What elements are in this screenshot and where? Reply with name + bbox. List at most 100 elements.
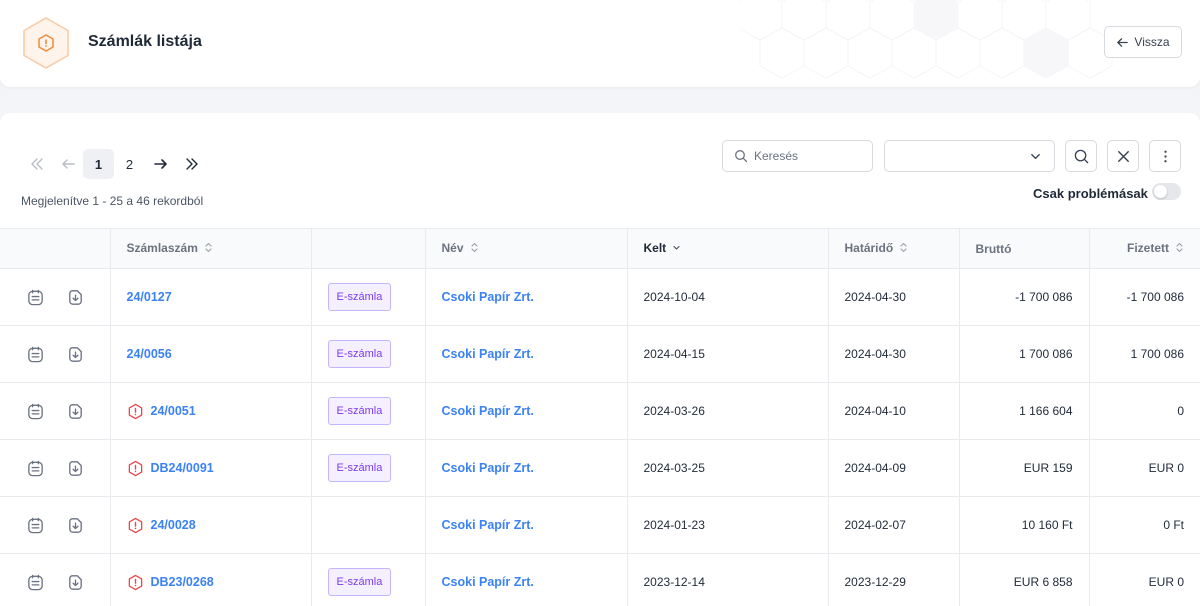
prev-page-button[interactable] (52, 149, 83, 179)
warning-icon (128, 460, 142, 476)
column-header-invoice-number[interactable]: Számlaszám (110, 228, 312, 269)
name-cell: Csoki Papír Zrt. (425, 382, 628, 440)
gross-amount-cell: 10 160 Ft (959, 496, 1090, 554)
more-options-button[interactable] (1149, 140, 1181, 172)
partner-name-link[interactable]: Csoki Papír Zrt. (442, 518, 534, 532)
view-details-icon[interactable] (26, 516, 45, 535)
clear-filters-button[interactable] (1107, 140, 1139, 172)
gross-amount-cell: EUR 159 (959, 439, 1090, 497)
paid-amount-cell: EUR 0 (1089, 439, 1200, 497)
due-date-cell: 2024-04-30 (828, 268, 960, 326)
table-row[interactable]: DB23/0268 E-számla Csoki Papír Zrt. 2023… (0, 553, 1200, 606)
table-header-row: Számlaszám Név Kelt Határidő Bruttó Fize… (0, 228, 1200, 269)
invoice-number-link[interactable]: 24/0051 (151, 404, 196, 418)
toggle-knob (1154, 185, 1167, 198)
name-cell: Csoki Papír Zrt. (425, 439, 628, 497)
sort-desc-icon (672, 242, 681, 256)
download-icon[interactable] (66, 345, 85, 364)
view-details-icon[interactable] (26, 573, 45, 592)
column-header-label: Fizetett (1127, 241, 1169, 256)
download-icon[interactable] (66, 288, 85, 307)
back-button[interactable]: Vissza (1104, 26, 1182, 58)
row-actions (16, 516, 94, 535)
view-details-icon[interactable] (26, 459, 45, 478)
invoice-number-link[interactable]: 24/0127 (127, 290, 172, 304)
partner-name-link[interactable]: Csoki Papír Zrt. (442, 461, 534, 475)
invoice-table: Számlaszám Név Kelt Határidő Bruttó Fize… (0, 228, 1200, 606)
column-header-actions (0, 228, 111, 269)
search-icon (1074, 149, 1088, 163)
close-icon (1117, 150, 1129, 162)
sort-icon (1175, 242, 1184, 256)
warning-icon (128, 403, 142, 419)
paid-amount-cell: 0 Ft (1089, 496, 1200, 554)
invoice-number-cell: DB24/0091 (110, 439, 312, 497)
problematic-only-toggle[interactable] (1152, 183, 1181, 200)
column-header-type (311, 228, 426, 269)
due-date-cell: 2024-04-30 (828, 325, 960, 383)
page-button-1[interactable]: 1 (83, 149, 114, 179)
table-row[interactable]: DB24/0091 E-számla Csoki Papír Zrt. 2024… (0, 439, 1200, 497)
invoice-number-link[interactable]: 24/0028 (151, 518, 196, 532)
paid-amount-cell: 0 (1089, 382, 1200, 440)
invoice-number-link[interactable]: DB24/0091 (151, 461, 214, 475)
search-button[interactable] (1065, 140, 1097, 172)
row-actions (16, 459, 94, 478)
table-row[interactable]: 24/0056 E-számla Csoki Papír Zrt. 2024-0… (0, 325, 1200, 383)
type-cell (311, 496, 426, 554)
table-row[interactable]: 24/0028 Csoki Papír Zrt. 2024-01-23 2024… (0, 496, 1200, 554)
row-actions (16, 402, 94, 421)
column-header-paid[interactable]: Fizetett (1089, 228, 1200, 269)
partner-name-link[interactable]: Csoki Papír Zrt. (442, 575, 534, 589)
name-cell: Csoki Papír Zrt. (425, 553, 628, 606)
column-header-label: Számlaszám (126, 241, 198, 256)
row-actions-cell (0, 496, 111, 554)
type-cell: E-számla (311, 382, 426, 440)
chevron-down-icon (1031, 153, 1040, 159)
download-icon[interactable] (66, 573, 85, 592)
download-icon[interactable] (66, 459, 85, 478)
e-invoice-badge: E-számla (327, 397, 392, 425)
search-input[interactable] (754, 149, 864, 163)
due-date-cell: 2024-04-10 (828, 382, 960, 440)
download-icon[interactable] (66, 402, 85, 421)
partner-name-link[interactable]: Csoki Papír Zrt. (442, 290, 534, 304)
column-header-due-date[interactable]: Határidő (828, 228, 960, 269)
column-header-name[interactable]: Név (425, 228, 628, 269)
invoice-number-cell: DB23/0268 (110, 553, 312, 606)
table-row[interactable]: 24/0051 E-számla Csoki Papír Zrt. 2024-0… (0, 382, 1200, 440)
first-page-button[interactable] (21, 149, 52, 179)
partner-name-link[interactable]: Csoki Papír Zrt. (442, 347, 534, 361)
gross-amount-cell: 1 166 604 (959, 382, 1090, 440)
invoice-number-wrap: DB23/0268 (127, 574, 295, 591)
view-details-icon[interactable] (26, 402, 45, 421)
page-button-2[interactable]: 2 (114, 149, 145, 179)
view-details-icon[interactable] (26, 345, 45, 364)
column-header-issue-date[interactable]: Kelt (627, 228, 829, 269)
last-page-button[interactable] (176, 149, 207, 179)
chevrons-right-icon (185, 158, 198, 170)
due-date-cell: 2024-02-07 (828, 496, 960, 554)
warning-icon (128, 574, 142, 590)
invoice-number-wrap: 24/0051 (127, 403, 295, 420)
download-icon[interactable] (66, 516, 85, 535)
info-warning-icon (38, 34, 54, 52)
next-page-button[interactable] (145, 149, 176, 179)
page-title: Számlák listája (88, 33, 202, 50)
invoice-status-badge (21, 16, 71, 70)
issue-date-cell: 2024-04-15 (627, 325, 829, 383)
partner-name-link[interactable]: Csoki Papír Zrt. (442, 404, 534, 418)
invoice-number-link[interactable]: 24/0056 (127, 347, 172, 361)
invoice-list-card: 1 2 Megjelenítve 1 - 25 a 46 rekordból K… (0, 113, 1200, 606)
invoice-number-link[interactable]: DB23/0268 (151, 575, 214, 589)
view-details-icon[interactable] (26, 288, 45, 307)
invoice-number-cell: 24/0051 (110, 382, 312, 440)
table-row[interactable]: 24/0127 E-számla Csoki Papír Zrt. 2024-1… (0, 268, 1200, 326)
row-actions-cell (0, 325, 111, 383)
e-invoice-badge: E-számla (327, 283, 392, 311)
filter-select[interactable] (884, 140, 1055, 172)
invoice-number-wrap: 24/0056 (127, 347, 295, 361)
row-actions (16, 288, 94, 307)
search-box[interactable] (722, 140, 873, 172)
issue-date-cell: 2024-03-26 (627, 382, 829, 440)
